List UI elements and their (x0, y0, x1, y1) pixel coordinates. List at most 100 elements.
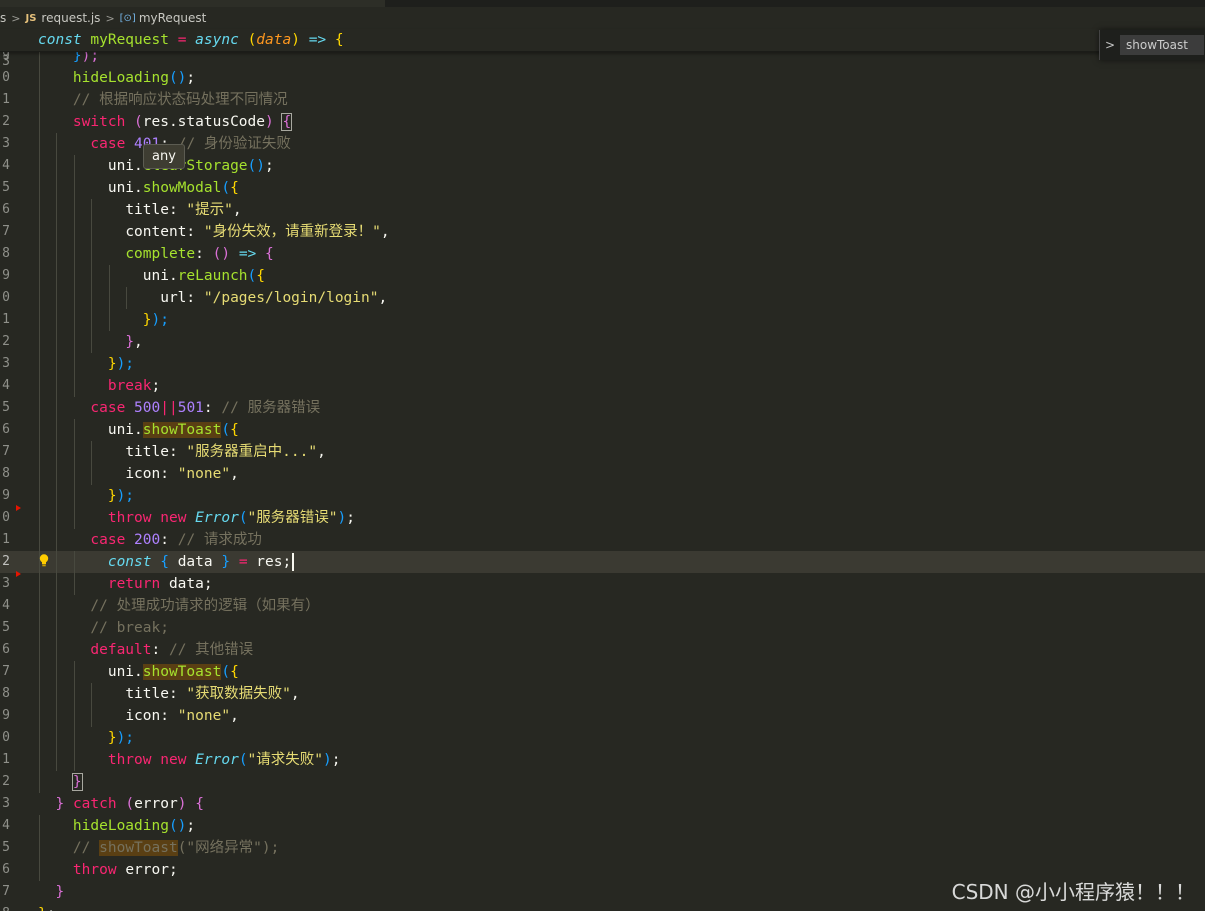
code-token: case (90, 400, 135, 416)
code-line[interactable]: 6 uni.showToast({ (0, 419, 1205, 441)
code-line[interactable]: 7 content: "身份失效，请重新登录！", (0, 221, 1205, 243)
code-line[interactable]: 5 uni.showModal({ (0, 177, 1205, 199)
line-number: 7 (2, 224, 10, 239)
line-number: 0 (2, 290, 10, 305)
code-token: showToast (142, 422, 222, 438)
code-line[interactable]: 5 // showToast("网络异常"); (0, 837, 1205, 859)
javascript-file-icon: JS (25, 12, 37, 24)
code-token: } (55, 884, 65, 900)
code-line[interactable]: 9 icon: "none", (0, 705, 1205, 727)
code-token: : (160, 532, 178, 548)
breadcrumb-symbol[interactable]: [⊙] myRequest (120, 11, 207, 25)
code-line[interactable]: 7 uni.showToast({ (0, 661, 1205, 683)
code-token: { (265, 246, 274, 262)
code-token: // 请求成功 (177, 532, 262, 548)
code-token: ( (125, 796, 135, 812)
code-line[interactable]: 4 hideLoading(); (0, 815, 1205, 837)
line-number: 7 (2, 444, 10, 459)
sticky-line[interactable]: 3 const myRequest = async (data) => { (0, 29, 1205, 69)
code-token: throw (107, 752, 161, 768)
code-token: ( (247, 268, 257, 284)
code-line[interactable]: 1 }); (0, 309, 1205, 331)
sticky-scroll-header[interactable]: 3 const myRequest = async (data) => { (0, 29, 1205, 69)
code-line[interactable]: 2 }, (0, 331, 1205, 353)
code-text: break; (38, 375, 160, 397)
code-line[interactable]: 5 // break; (0, 617, 1205, 639)
code-line[interactable]: 2 switch (res.statusCode) { (0, 111, 1205, 133)
code-token: // 服务器错误 (221, 400, 321, 416)
code-line[interactable]: 6 default: // 其他错误 (0, 639, 1205, 661)
code-token: } (125, 334, 135, 350)
code-token: "服务器重启中..." (186, 444, 318, 460)
breadcrumb-file[interactable]: JS request.js (25, 11, 100, 25)
code-line[interactable]: 3 }); (0, 353, 1205, 375)
code-line[interactable]: 0 hideLoading(); (0, 67, 1205, 89)
find-input[interactable] (1120, 35, 1204, 55)
code-token: default (90, 642, 152, 658)
code-line[interactable]: 4 // 处理成功请求的逻辑（如果有） (0, 595, 1205, 617)
gutter-marker-icon[interactable] (16, 505, 21, 511)
code-token: case (90, 136, 135, 152)
chevron-right-icon[interactable]: > (1105, 38, 1115, 52)
code-token: // 根据响应状态码处理不同情况 (72, 92, 288, 108)
line-number: 6 (2, 642, 10, 657)
code-line[interactable]: 4 break; (0, 375, 1205, 397)
code-line[interactable]: 7 title: "服务器重启中...", (0, 441, 1205, 463)
code-line[interactable]: 9 }); (0, 51, 1205, 67)
code-text: // showToast("网络异常"); (38, 837, 279, 859)
code-text: }); (38, 727, 134, 749)
code-line[interactable]: 8 complete: () => { (0, 243, 1205, 265)
code-line[interactable]: 0 throw new Error("服务器错误"); (0, 505, 1205, 529)
code-token: ); (81, 51, 100, 64)
code-text: default: // 其他错误 (38, 639, 253, 661)
code-line[interactable]: 9 }); (0, 485, 1205, 507)
gutter-marker-icon[interactable] (16, 571, 21, 577)
code-token: ( (238, 510, 248, 526)
code-token: "/pages/login/login" (203, 290, 379, 306)
editor-tab[interactable] (0, 0, 385, 7)
code-token: ; (151, 378, 161, 394)
code-line[interactable]: 0 url: "/pages/login/login", (0, 287, 1205, 309)
code-token: title: (125, 202, 187, 218)
code-token: "请求失败" (247, 752, 324, 768)
code-token: } (107, 488, 117, 504)
code-line[interactable]: 1 throw new Error("请求失败"); (0, 749, 1205, 771)
code-line[interactable]: 2 } (0, 771, 1205, 793)
code-line[interactable]: 2 const { data } = res; (0, 551, 1205, 573)
code-editor[interactable]: 9 }); 0 hideLoading(); 1 // 根据响应状态码处理不同情况 2… (0, 51, 1205, 911)
code-token: "服务器错误" (247, 510, 338, 526)
code-line[interactable]: 8 icon: "none", (0, 463, 1205, 485)
code-text: }, (38, 331, 142, 353)
breadcrumb-folder[interactable]: s (0, 11, 6, 25)
code-line[interactable]: 9 uni.reLaunch({ (0, 265, 1205, 287)
code-line[interactable]: 0 }); (0, 727, 1205, 749)
code-line[interactable]: 3 } catch (error) { (0, 793, 1205, 815)
code-text: title: "提示", (38, 199, 241, 221)
line-number: 8 (2, 246, 10, 261)
code-line[interactable]: 1 case 200: // 请求成功 (0, 529, 1205, 551)
code-token: () (247, 158, 265, 174)
code-token: => (308, 32, 335, 48)
code-line[interactable]: 5 case 500||501: // 服务器错误 (0, 397, 1205, 419)
code-token: const (38, 32, 91, 48)
code-line[interactable]: 3 return data; (0, 571, 1205, 595)
code-token: , (230, 466, 239, 482)
code-token: = (177, 32, 196, 48)
code-text: case 200: // 请求成功 (38, 529, 262, 551)
chevron-right-icon: > (11, 11, 21, 25)
code-line[interactable]: 8 title: "获取数据失败", (0, 683, 1205, 705)
line-number: 9 (2, 268, 10, 283)
code-token: ; (265, 158, 274, 174)
code-line[interactable]: 1 // 根据响应状态码处理不同情况 (0, 89, 1205, 111)
lightbulb-icon[interactable] (39, 554, 49, 567)
code-line[interactable]: 6 title: "提示", (0, 199, 1205, 221)
code-token: ; (331, 752, 341, 768)
code-token: // 处理成功请求的逻辑（如果有） (90, 598, 320, 614)
